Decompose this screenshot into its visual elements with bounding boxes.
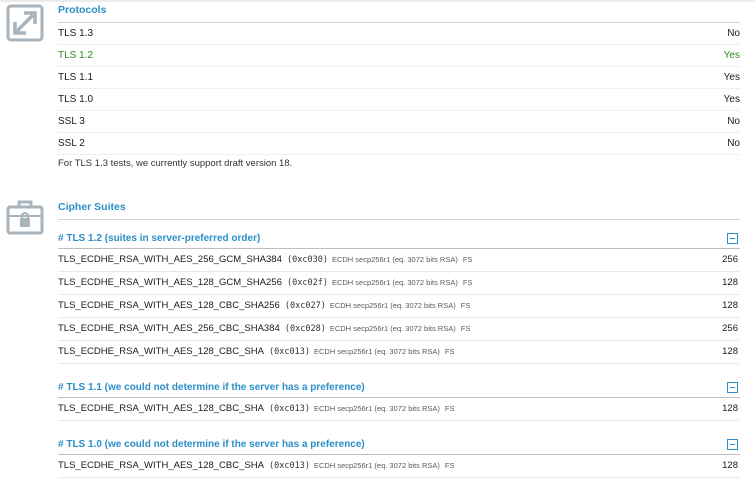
cipher-suite-name: TLS_ECDHE_RSA_WITH_AES_128_CBC_SHA256 <box>58 300 280 311</box>
forward-secrecy-badge: FS <box>444 404 455 413</box>
forward-secrecy-badge: FS <box>460 301 471 310</box>
cipher-strength-bits: 128 <box>722 460 738 471</box>
cipher-group-heading-text[interactable]: # TLS 1.2 (suites in server-preferred or… <box>58 233 260 244</box>
cipher-group-heading-text[interactable]: # TLS 1.0 (we could not determine if the… <box>58 439 365 450</box>
protocol-name: TLS 1.3 <box>58 28 94 39</box>
cipher-key-exchange-info: ECDH secp256r1 (eq. 3072 bits RSA) <box>329 301 456 310</box>
cipher-group-heading[interactable]: # TLS 1.1 (we could not determine if the… <box>58 378 740 398</box>
protocol-list: TLS 1.3 No TLS 1.2 Yes TLS 1.1 Yes TLS 1.0 Yes S… <box>58 23 740 155</box>
forward-secrecy-badge: FS <box>444 461 455 470</box>
cipher-suite-code: (0xc027) <box>279 301 326 311</box>
protocol-row: TLS 1.0 Yes <box>58 89 740 111</box>
protocol-name: TLS 1.2 <box>58 50 94 61</box>
cipher-key-exchange-info: ECDH secp256r1 (eq. 3072 bits RSA) <box>313 404 440 413</box>
cipher-suite-name: TLS_ECDHE_RSA_WITH_AES_128_CBC_SHA <box>58 346 264 357</box>
cipher-suite-name: TLS_ECDHE_RSA_WITH_AES_256_CBC_SHA384 <box>58 323 280 334</box>
protocol-support-value: No <box>727 28 740 39</box>
cipher-group-heading[interactable]: # TLS 1.0 (we could not determine if the… <box>58 435 740 455</box>
cipher-key-exchange-info: ECDH secp256r1 (eq. 3072 bits RSA) <box>329 324 456 333</box>
cipher-suites-title: Cipher Suites <box>58 200 740 220</box>
cipher-suite-row: TLS_ECDHE_RSA_WITH_AES_128_CBC_SHA (0xc0… <box>58 398 740 421</box>
protocol-name: TLS 1.1 <box>58 72 94 83</box>
cipher-suite-row: TLS_ECDHE_RSA_WITH_AES_128_CBC_SHA (0xc0… <box>58 455 740 478</box>
cipher-suite-code: (0xc028) <box>279 324 326 334</box>
cipher-suite-code: (0xc013) <box>263 347 310 357</box>
protocols-note: For TLS 1.3 tests, we currently support … <box>58 158 293 169</box>
cipher-key-exchange-info: ECDH secp256r1 (eq. 3072 bits RSA) <box>331 278 458 287</box>
protocol-row: SSL 3 No <box>58 111 740 133</box>
cipher-key-exchange-info: ECDH secp256r1 (eq. 3072 bits RSA) <box>313 347 440 356</box>
cipher-suites-section: Cipher Suites # TLS 1.2 (suites in serve… <box>58 200 740 478</box>
collapse-minus-icon[interactable] <box>727 382 738 393</box>
cipher-group: # TLS 1.1 (we could not determine if the… <box>58 364 740 421</box>
protocol-name: TLS 1.0 <box>58 94 94 105</box>
cipher-strength-bits: 128 <box>722 346 738 357</box>
expand-arrows-icon <box>6 4 44 42</box>
cipher-strength-bits: 128 <box>722 277 738 288</box>
protocol-support-value: Yes <box>723 72 740 83</box>
protocol-support-value: Yes <box>723 94 740 105</box>
protocol-row: TLS 1.1 Yes <box>58 67 740 89</box>
forward-secrecy-badge: FS <box>444 347 455 356</box>
top-divider <box>0 0 755 2</box>
forward-secrecy-badge: FS <box>462 255 473 264</box>
protocol-row: TLS 1.2 Yes <box>58 45 740 67</box>
cipher-key-exchange-info: ECDH secp256r1 (eq. 3072 bits RSA) <box>331 255 458 264</box>
cipher-group-heading-text[interactable]: # TLS 1.1 (we could not determine if the… <box>58 382 365 393</box>
protocol-row: SSL 2 No <box>58 133 740 155</box>
cipher-group: # TLS 1.2 (suites in server-preferred or… <box>58 220 740 364</box>
cipher-suite-row: TLS_ECDHE_RSA_WITH_AES_128_CBC_SHA (0xc0… <box>58 341 740 364</box>
cipher-strength-bits: 128 <box>722 403 738 414</box>
cipher-suite-row: TLS_ECDHE_RSA_WITH_AES_128_CBC_SHA256 (0… <box>58 295 740 318</box>
cipher-suite-name: TLS_ECDHE_RSA_WITH_AES_256_GCM_SHA384 <box>58 254 282 265</box>
forward-secrecy-badge: FS <box>460 324 471 333</box>
cipher-suite-row: TLS_ECDHE_RSA_WITH_AES_256_GCM_SHA384 (0… <box>58 249 740 272</box>
locked-briefcase-icon <box>6 198 44 236</box>
protocol-support-value: Yes <box>723 50 740 61</box>
cipher-suite-code: (0xc02f) <box>281 278 328 288</box>
protocol-support-value: No <box>727 116 740 127</box>
cipher-suite-row: TLS_ECDHE_RSA_WITH_AES_128_GCM_SHA256 (0… <box>58 272 740 295</box>
protocols-title: Protocols <box>58 3 740 23</box>
collapse-minus-icon[interactable] <box>727 233 738 244</box>
cipher-suite-row: TLS_ECDHE_RSA_WITH_AES_256_CBC_SHA384 (0… <box>58 318 740 341</box>
protocol-name: SSL 2 <box>58 138 85 149</box>
cipher-suite-name: TLS_ECDHE_RSA_WITH_AES_128_GCM_SHA256 <box>58 277 282 288</box>
cipher-strength-bits: 256 <box>722 254 738 265</box>
cipher-suite-code: (0xc013) <box>263 461 310 471</box>
protocol-row: TLS 1.3 No <box>58 23 740 45</box>
cipher-strength-bits: 128 <box>722 300 738 311</box>
cipher-strength-bits: 256 <box>722 323 738 334</box>
cipher-key-exchange-info: ECDH secp256r1 (eq. 3072 bits RSA) <box>313 461 440 470</box>
cipher-suite-code: (0xc030) <box>281 255 328 265</box>
cipher-suite-code: (0xc013) <box>263 404 310 414</box>
protocol-name: SSL 3 <box>58 116 85 127</box>
cipher-suite-name: TLS_ECDHE_RSA_WITH_AES_128_CBC_SHA <box>58 460 264 471</box>
cipher-group: # TLS 1.0 (we could not determine if the… <box>58 421 740 478</box>
protocol-support-value: No <box>727 138 740 149</box>
cipher-groups: # TLS 1.2 (suites in server-preferred or… <box>58 220 740 478</box>
protocols-section: Protocols TLS 1.3 No TLS 1.2 Yes TLS 1.1 Yes T… <box>58 3 740 175</box>
collapse-minus-icon[interactable] <box>727 439 738 450</box>
cipher-group-heading[interactable]: # TLS 1.2 (suites in server-preferred or… <box>58 229 740 249</box>
cipher-suite-name: TLS_ECDHE_RSA_WITH_AES_128_CBC_SHA <box>58 403 264 414</box>
forward-secrecy-badge: FS <box>462 278 473 287</box>
